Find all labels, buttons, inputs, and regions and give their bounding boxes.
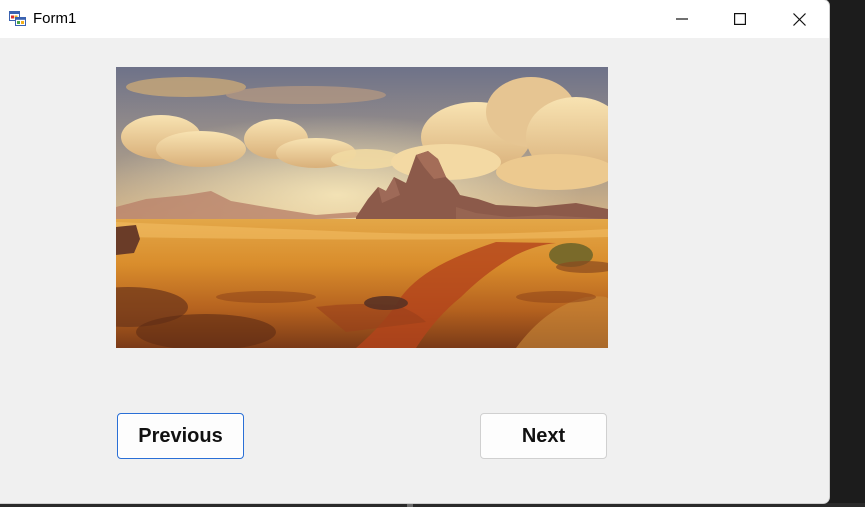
minimize-button[interactable] [653,0,711,38]
maximize-button[interactable] [711,0,769,38]
desert-landscape-image [116,67,608,348]
close-button[interactable] [770,0,828,38]
maximize-icon [734,13,746,25]
form-client-area: Previous Next [0,38,829,503]
close-icon [792,12,806,26]
minimize-icon [676,13,688,25]
form-app-icon [9,10,26,26]
next-button[interactable]: Next [480,413,607,459]
form-window: Form1 Previous Next [0,0,829,503]
title-bar[interactable]: Form1 [0,0,829,38]
taskbar-mark [407,503,413,507]
previous-button[interactable]: Previous [117,413,244,459]
window-title: Form1 [33,10,77,27]
taskbar-edge [0,503,865,507]
picture-box [116,67,608,348]
